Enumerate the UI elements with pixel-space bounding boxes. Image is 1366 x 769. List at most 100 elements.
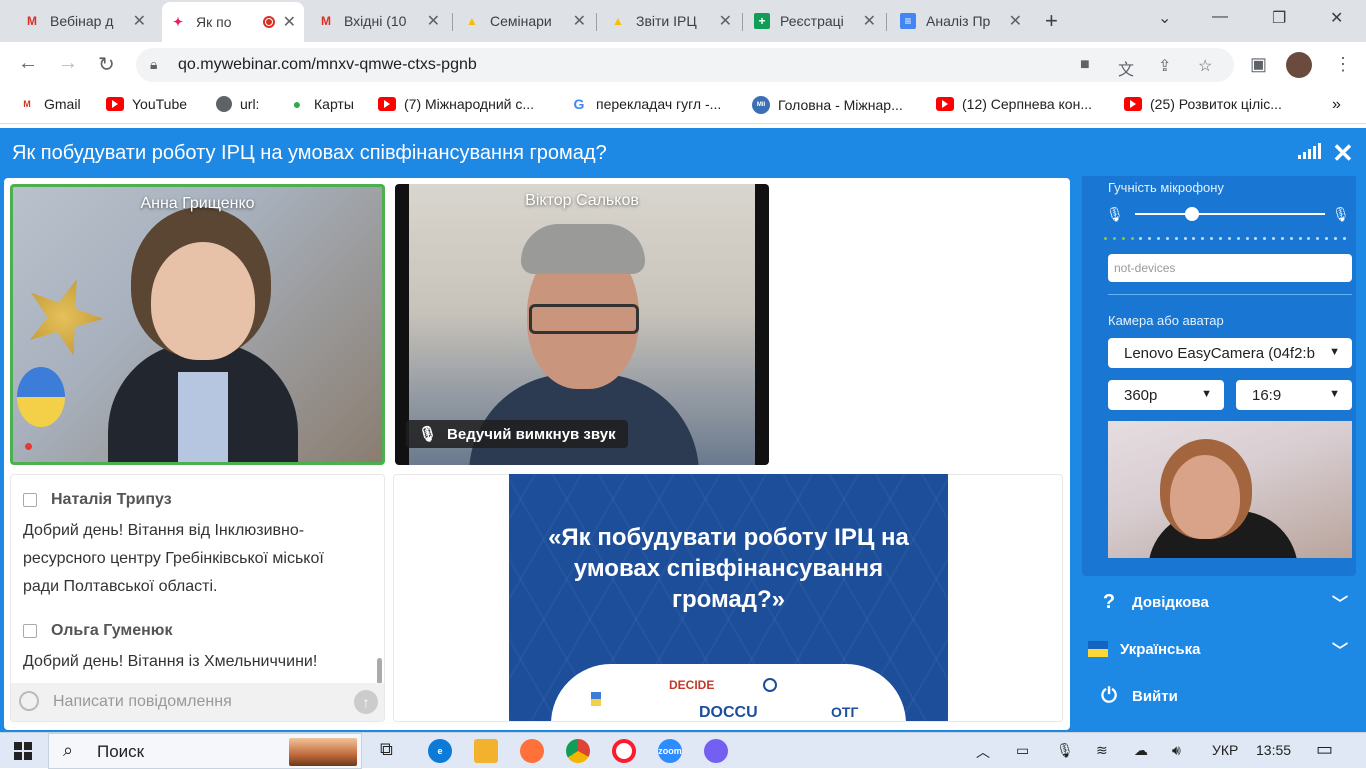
emoji-icon[interactable] <box>19 691 39 711</box>
window-close-button[interactable]: ✕ <box>1330 8 1343 28</box>
chat-input-placeholder[interactable]: Написати повідомлення <box>53 693 232 711</box>
bookmark-item[interactable]: YouTube <box>106 96 187 112</box>
chat-message: Наталія Трипуз Добрий день! Вітання від … <box>23 491 363 601</box>
logout-button[interactable]: ⏻ Вийти <box>1098 682 1356 710</box>
bookmark-item[interactable]: (25) Розвиток ціліс... <box>1124 96 1282 112</box>
browser-tab-active[interactable]: ✦ Як по ✕ <box>162 2 304 42</box>
video-tile[interactable]: Віктор Сальков 🎙︎ Ведучий вимкнув звук <box>395 184 769 465</box>
menu-kebab-icon[interactable]: ⋮ <box>1334 54 1352 75</box>
minimize-button[interactable]: — <box>1212 8 1228 26</box>
mic-volume-slider[interactable] <box>1135 213 1325 215</box>
forward-icon[interactable]: → <box>58 52 78 75</box>
browser-tabstrip: M Вебінар д ✕ ✦ Як по ✕ M Вхідні (10 ✕ ▲… <box>0 0 1366 42</box>
close-icon[interactable]: ✕ <box>1009 11 1022 31</box>
share-icon[interactable]: ⇪ <box>1158 56 1171 76</box>
google-icon: G <box>573 96 585 112</box>
person-face <box>1170 455 1240 539</box>
copy-icon[interactable] <box>23 624 37 638</box>
mic-mute-icon[interactable]: 🎙︎ <box>1106 206 1124 223</box>
taskbar-search[interactable]: ⌕ Поиск <box>48 733 362 769</box>
notifications-icon[interactable]: ▭ <box>1316 739 1333 760</box>
mywebinar-icon: ✦ <box>172 15 184 29</box>
chevron-down-icon: ﹀ <box>1331 596 1348 613</box>
wifi-icon[interactable]: ≋ <box>1096 742 1108 759</box>
resolution-select[interactable]: 360p ▼ <box>1108 380 1224 410</box>
send-icon[interactable]: ↑ <box>354 690 378 714</box>
firefox-icon[interactable] <box>520 739 544 763</box>
person-hair <box>521 224 645 274</box>
language-menu[interactable]: Українська ﹀ <box>1088 635 1356 663</box>
bookmark-item[interactable]: (7) Міжнародний с... <box>378 96 534 112</box>
chat-scrollbar[interactable] <box>377 658 382 684</box>
browser-tab[interactable]: + Реєстраці ✕ <box>746 6 884 36</box>
lock-icon[interactable]: 🔒︎ <box>150 56 157 73</box>
bookmark-item[interactable]: url: <box>216 96 259 112</box>
bookmark-item[interactable]: M Gmail <box>18 96 81 112</box>
tab-search-icon[interactable]: ⌄ <box>1158 8 1171 28</box>
side-panel-icon[interactable]: ▣ <box>1250 54 1267 75</box>
opera-icon[interactable] <box>612 739 636 763</box>
chat-input[interactable]: Написати повідомлення ↑ <box>11 683 384 721</box>
star-balloon-image <box>12 266 115 369</box>
volume-icon[interactable]: 🔊︎ <box>1172 742 1181 759</box>
bookmark-star-icon[interactable]: ☆ <box>1198 56 1212 76</box>
chrome-icon[interactable] <box>566 739 590 763</box>
author-name: Наталія Трипуз <box>51 491 172 508</box>
microphone-tray-icon[interactable]: 🎙︎ <box>1056 742 1074 759</box>
browser-toolbar: ← → ↻ 🔒︎ qo.mywebinar.com/mnxv-qmwe-ctxs… <box>0 42 1366 88</box>
translate-icon[interactable]: 文 <box>1118 56 1134 80</box>
bookmark-item[interactable]: Gперекладач гугл -... <box>570 96 722 112</box>
bookmark-item[interactable]: MII Головна - Міжнар... <box>752 96 903 114</box>
input-language[interactable]: УКР <box>1212 742 1238 758</box>
camera-select[interactable]: Lenovo EasyCamera (04f2:b ▼ <box>1108 338 1352 368</box>
new-tab-button[interactable]: + <box>1045 8 1058 34</box>
slide-title: «Як побудувати роботу ІРЦ на умовах спів… <box>548 524 909 613</box>
maximize-button[interactable]: ❐ <box>1272 8 1286 28</box>
tray-overflow-icon[interactable]: ︿ <box>976 742 990 762</box>
meet-now-icon[interactable]: ▭ <box>1016 742 1029 759</box>
close-icon[interactable]: ✕ <box>133 11 146 31</box>
bookmark-item[interactable]: (12) Серпнева кон... <box>936 96 1092 112</box>
address-bar[interactable]: 🔒︎ qo.mywebinar.com/mnxv-qmwe-ctxs-pgnb … <box>136 48 1234 82</box>
close-icon[interactable]: ✕ <box>863 11 876 31</box>
edge-icon[interactable]: e <box>428 739 452 763</box>
close-icon[interactable]: ✕ <box>427 11 440 31</box>
viber-icon[interactable] <box>704 739 728 763</box>
tab-label: Вебінар д <box>50 13 114 29</box>
close-icon[interactable]: ✕ <box>719 11 732 31</box>
mic-volume-knob[interactable] <box>1185 207 1199 221</box>
close-icon[interactable]: ✕ <box>1332 138 1354 169</box>
aspect-ratio-select[interactable]: 16:9 ▼ <box>1236 380 1352 410</box>
bookmark-label: Gmail <box>44 96 81 112</box>
more-bookmarks-icon[interactable]: » <box>1332 96 1341 114</box>
camera-icon[interactable]: ■ <box>1080 56 1090 74</box>
close-icon[interactable]: ✕ <box>283 12 296 32</box>
cloud-icon[interactable]: ☁︎ <box>1134 742 1148 759</box>
microphone-device-field[interactable]: not-devices <box>1108 254 1352 282</box>
message-text: Добрий день! Вітання із Хмельниччини! <box>23 653 318 670</box>
browser-tab[interactable]: ▲ Звіти ІРЦ ✕ <box>602 6 740 36</box>
search-icon: ⌕ <box>63 740 74 760</box>
avatar[interactable] <box>1286 52 1312 78</box>
copy-icon[interactable] <box>23 493 37 507</box>
browser-tab[interactable]: ≡ Аналіз Пр ✕ <box>892 6 1030 36</box>
ministry-emblem-icon <box>763 678 777 692</box>
camera-select-value: Lenovo EasyCamera (04f2:b <box>1124 345 1315 362</box>
browser-tab[interactable]: ▲ Семінари ✕ <box>456 6 594 36</box>
video-tile[interactable]: Анна Грищенко <box>10 184 385 465</box>
zoom-icon[interactable]: zoom <box>658 739 682 763</box>
connection-signal-icon[interactable] <box>1298 143 1321 159</box>
clock[interactable]: 13:55 <box>1256 742 1291 758</box>
url-text[interactable]: qo.mywebinar.com/mnxv-qmwe-ctxs-pgnb <box>178 56 477 74</box>
close-icon[interactable]: ✕ <box>573 11 586 31</box>
browser-tab[interactable]: M Вхідні (10 ✕ <box>310 6 448 36</box>
task-view-icon[interactable]: ⧉ <box>380 739 393 760</box>
back-icon[interactable]: ← <box>18 52 38 75</box>
file-explorer-icon[interactable] <box>474 739 498 763</box>
help-menu[interactable]: ? Довідкова ﹀ <box>1098 588 1356 616</box>
bookmark-label: (12) Серпнева кон... <box>962 96 1092 112</box>
reload-icon[interactable]: ↻ <box>98 52 115 77</box>
bookmark-item[interactable]: ● Карты <box>288 96 354 112</box>
browser-tab[interactable]: M Вебінар д ✕ <box>16 6 154 36</box>
windows-start-icon[interactable] <box>14 742 32 760</box>
